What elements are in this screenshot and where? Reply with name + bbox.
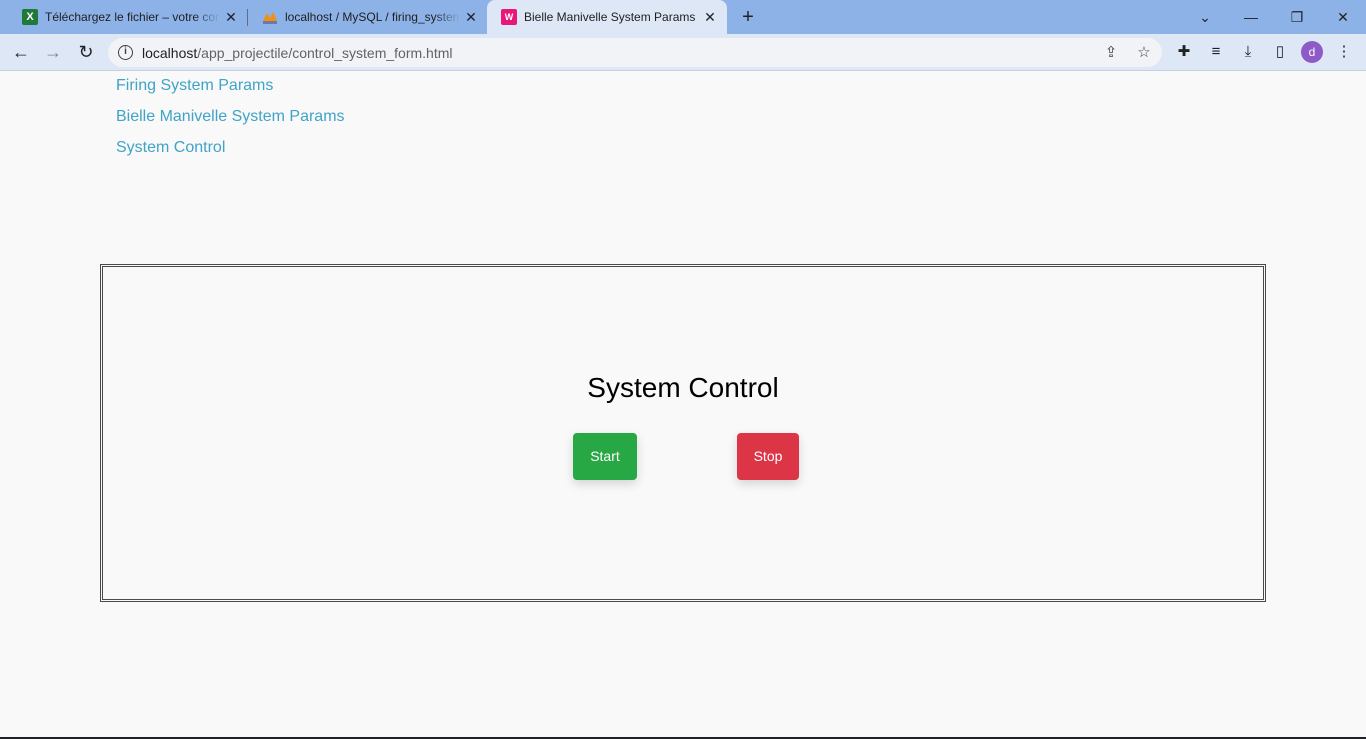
tab-telechargez[interactable]: X Téléchargez le fichier – votre con ✕ bbox=[8, 0, 248, 34]
forward-icon[interactable]: → bbox=[42, 41, 64, 63]
nav-link-bielle-manivelle[interactable]: Bielle Manivelle System Params bbox=[116, 107, 345, 126]
page-nav: Firing System Params Bielle Manivelle Sy… bbox=[116, 76, 345, 169]
page-title: System Control bbox=[587, 372, 779, 403]
back-icon[interactable]: ← bbox=[10, 41, 32, 63]
close-icon[interactable]: ✕ bbox=[222, 8, 240, 26]
minimize-icon[interactable]: — bbox=[1239, 6, 1263, 28]
tab-bielle-manivelle[interactable]: W Bielle Manivelle System Params ✕ bbox=[487, 0, 727, 34]
download-icon[interactable]: ⤓ bbox=[1238, 42, 1258, 62]
url-host: localhost bbox=[142, 45, 198, 61]
excel-icon: X bbox=[22, 9, 38, 25]
side-panel-icon[interactable]: ▯ bbox=[1270, 42, 1290, 62]
tab-phpmyadmin[interactable]: localhost / MySQL / firing_system ✕ bbox=[248, 0, 488, 34]
window-close-icon[interactable]: ✕ bbox=[1331, 6, 1355, 28]
phpmyadmin-icon bbox=[262, 9, 278, 25]
tab-search-icon[interactable]: ⌄ bbox=[1193, 6, 1217, 28]
start-button[interactable]: Start bbox=[573, 433, 637, 480]
media-queue-icon[interactable]: ≡ bbox=[1206, 42, 1226, 62]
url-text[interactable]: localhost/app_projectile/control_system_… bbox=[142, 45, 453, 61]
share-icon[interactable]: ⇪ bbox=[1102, 44, 1120, 62]
wamp-icon: W bbox=[501, 9, 517, 25]
tab-title: Téléchargez le fichier – votre con bbox=[45, 10, 220, 24]
tab-title: localhost / MySQL / firing_system bbox=[285, 10, 460, 24]
restore-icon[interactable]: ❐ bbox=[1285, 6, 1309, 28]
new-tab-icon[interactable]: + bbox=[738, 7, 758, 27]
address-bar[interactable]: i localhost/app_projectile/control_syste… bbox=[108, 38, 1162, 67]
nav-link-system-control[interactable]: System Control bbox=[116, 138, 345, 157]
bookmark-star-icon[interactable]: ☆ bbox=[1135, 44, 1153, 62]
system-control-panel: System Control Start Stop bbox=[100, 264, 1266, 602]
browser-toolbar: ← → ↻ i localhost/app_projectile/control… bbox=[0, 34, 1366, 71]
stop-button[interactable]: Stop bbox=[737, 433, 799, 480]
tab-title: Bielle Manivelle System Params bbox=[524, 10, 696, 24]
menu-kebab-icon[interactable]: ⋮ bbox=[1334, 42, 1354, 62]
url-path: /app_projectile/control_system_form.html bbox=[197, 45, 453, 61]
nav-link-firing-system[interactable]: Firing System Params bbox=[116, 76, 345, 95]
extensions-icon[interactable]: ✚ bbox=[1174, 42, 1194, 62]
avatar[interactable]: d bbox=[1301, 41, 1323, 63]
reload-icon[interactable]: ↻ bbox=[75, 41, 97, 63]
close-icon[interactable]: ✕ bbox=[462, 8, 480, 26]
tab-strip: X Téléchargez le fichier – votre con ✕ l… bbox=[0, 0, 1366, 34]
close-icon[interactable]: ✕ bbox=[701, 8, 719, 26]
site-info-icon[interactable]: i bbox=[118, 45, 133, 60]
